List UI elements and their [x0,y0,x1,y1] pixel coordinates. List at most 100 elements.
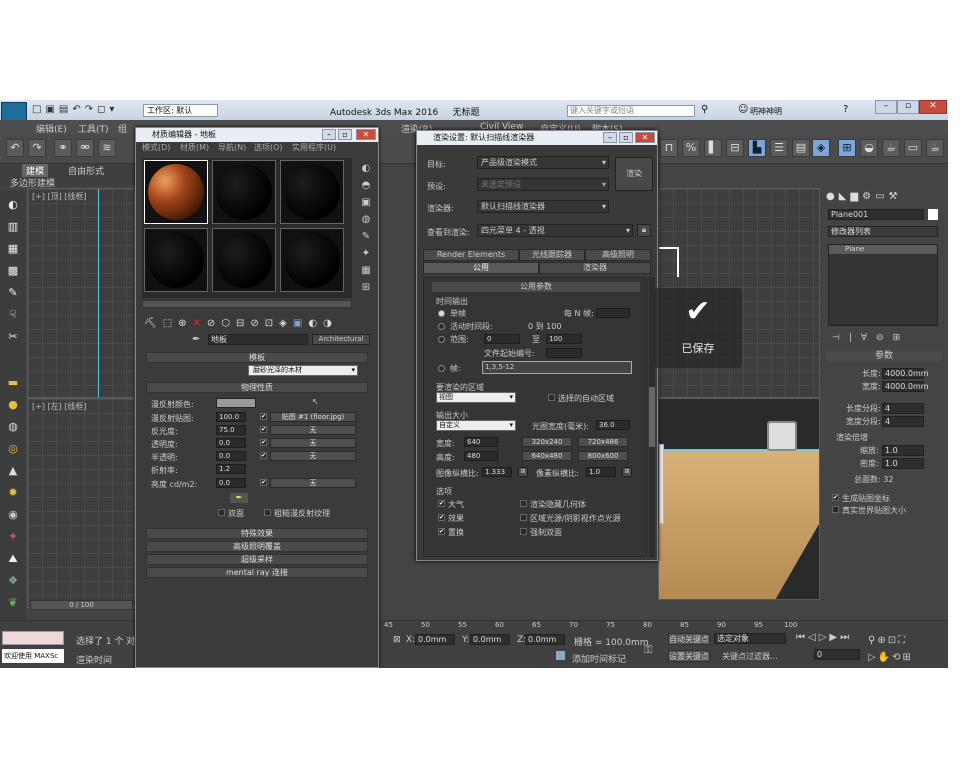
sample-slot[interactable] [212,228,276,292]
translucency-field[interactable]: 0.0 [216,451,246,461]
hidden-geometry-check[interactable] [520,500,527,507]
luminance-map-button[interactable]: 无 [270,478,356,488]
hierarchy-icon[interactable]: ▦ [5,242,21,256]
user-name[interactable]: 明神神明 [750,106,782,117]
y-field[interactable]: 0.0mm [470,634,510,645]
maxscript-listener[interactable] [2,631,64,645]
template-select[interactable]: 磨砂光泽的木材 ▾ [248,365,358,376]
render-maximize-button[interactable]: ▫ [619,132,633,143]
supersampling-rollout[interactable]: 超级采样 [146,554,368,565]
minimize-button[interactable]: – [875,100,897,114]
effects-check[interactable]: ✔ [438,514,445,521]
paint-icon[interactable]: ✎ [5,286,21,300]
render-setup-icon[interactable]: ☕ [882,139,900,157]
density-field[interactable]: 1.0 [882,458,924,469]
render-close-button[interactable]: ✕ [635,132,655,143]
range-from-field[interactable]: 0 [484,334,520,344]
grid-icon[interactable]: ▩ [5,264,21,278]
frame-number-field[interactable]: 0 [814,649,860,660]
leaf-icon[interactable]: ❦ [5,596,21,610]
snap-icon[interactable]: ⊓ [660,139,678,157]
schematic-icon[interactable]: ⊞ [838,139,856,157]
plane-shape-icon[interactable]: ▬ [5,376,21,390]
rough-diffuse-check[interactable] [264,509,271,516]
cmd-tabs[interactable]: ●◣▆⚙▭⚒ [826,191,940,204]
tab-renderer[interactable]: 渲染器 [539,262,651,274]
slot-scrollbar[interactable] [142,300,352,308]
select-icon[interactable]: ☟ [5,308,21,322]
preset-720x486[interactable]: 720x486 [578,437,628,447]
shape-icon[interactable]: ◐ [5,198,21,212]
cone-icon[interactable]: ▲ [5,464,21,478]
align-icon[interactable]: ▙ [748,139,766,157]
sample-slot-active[interactable] [144,160,208,224]
ior-field[interactable]: 1.2 [216,464,246,474]
tab-raytracer[interactable]: 光线跟踪器 [519,249,585,261]
object-color-swatch[interactable] [928,209,938,220]
z-field[interactable]: 0.0mm [525,634,565,645]
shininess-check[interactable]: ✔ [260,426,267,433]
special-effects-rollout[interactable]: 特殊效果 [146,528,368,539]
material-toolbar[interactable]: ⛏⬚⊕✕⊘⬡⊟⊘⊡◈▣◐◑ [144,318,370,332]
graphite-icon[interactable]: ▤ [792,139,810,157]
material-close-button[interactable]: ✕ [356,129,376,140]
tab-common[interactable]: 公用 [423,262,539,274]
cylinder-icon[interactable]: ◍ [5,420,21,434]
active-segment-radio[interactable] [438,323,445,330]
width-seg-field[interactable]: 4 [882,416,924,427]
view-to-render-select[interactable]: 四元菜单 4 - 透视 ▾ [477,224,633,237]
scale-field[interactable]: 1.0 [882,445,924,456]
force-2sided-check[interactable] [520,528,527,535]
diffuse-map-button[interactable]: 贴图 #1 (floor.jpg) [270,412,356,422]
x-field[interactable]: 0.0mm [415,634,455,645]
range-radio[interactable] [438,336,445,343]
luminance-sample-icon[interactable]: ✒ [230,493,248,503]
diffuse-map-check[interactable]: ✔ [260,413,267,420]
common-params-header[interactable]: 公用参数 [432,282,640,292]
render-button[interactable]: 渲染 [615,157,653,191]
mountain-icon[interactable]: ⛰ [5,552,21,566]
single-frame-radio[interactable] [438,310,445,317]
add-key-icon[interactable] [556,651,565,660]
link-icon[interactable]: ⚭ [54,139,72,157]
pick-material-icon[interactable]: ✒ [192,334,200,345]
width-field[interactable]: 640 [464,437,498,447]
advanced-lighting-rollout[interactable]: 高级照明覆盖 [146,541,368,552]
transparency-field[interactable]: 0.0 [216,438,246,448]
auto-region-check[interactable] [548,394,555,401]
mat-menu-utilities[interactable]: 实用程序(U) [292,142,336,153]
material-maximize-button[interactable]: ▫ [338,129,352,140]
material-type-button[interactable]: Architectural [312,334,370,345]
luminance-check[interactable]: ✔ [260,479,267,486]
shininess-map-button[interactable]: 无 [270,425,356,435]
sample-slot[interactable] [280,228,344,292]
lock-icon[interactable]: ⊠ [393,635,401,645]
modify-icon[interactable]: ▥ [5,220,21,234]
material-minimize-button[interactable]: – [322,129,336,140]
geosphere-icon[interactable]: ◉ [5,508,21,522]
workspace-select[interactable]: 工作区: 默认 [143,104,218,117]
shininess-field[interactable]: 75.0 [216,425,246,435]
preset-320x240[interactable]: 320x240 [522,437,572,447]
viewport-perspective[interactable] [658,398,820,600]
material-editor-icon[interactable]: ◒ [860,139,878,157]
object-name-field[interactable]: Plane001 [828,209,924,220]
auto-key-button[interactable]: 自动关键点 [668,633,710,645]
render-minimize-button[interactable]: – [603,132,617,143]
range-to-field[interactable]: 100 [546,334,582,344]
lock-view-icon[interactable]: 🔒︎ [637,224,651,237]
luminance-field[interactable]: 0.0 [216,478,246,488]
aperture-field[interactable]: 36.0 [596,420,630,430]
diffuse-map-amount[interactable]: 100.0 [216,412,246,422]
tab-advanced-lighting[interactable]: 高级照明 [585,249,651,261]
template-rollout-header[interactable]: 模板 [146,352,368,363]
length-seg-field[interactable]: 4 [882,403,924,414]
help-icon[interactable]: ? [843,104,848,115]
translucency-check[interactable]: ✔ [260,452,267,459]
diffuse-color-swatch[interactable] [216,398,256,408]
area-select[interactable]: 视图 ▾ [436,392,516,403]
file-number-field[interactable] [546,348,582,358]
modifier-list-select[interactable]: 修改器列表 [828,226,938,237]
viewport-top-label[interactable]: [+] [顶] [线框] [32,191,87,202]
area-lights-check[interactable] [520,514,527,521]
